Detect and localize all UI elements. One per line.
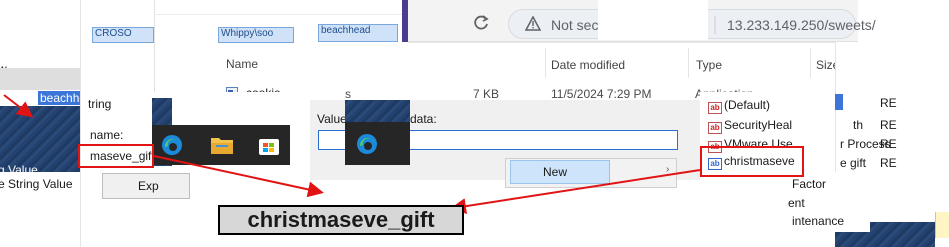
column-separator <box>688 48 689 78</box>
taskbar <box>345 122 410 165</box>
fragment-text: RE <box>880 118 897 132</box>
taskbar <box>152 125 290 165</box>
divider <box>154 14 408 15</box>
fragment-text: ent <box>788 196 805 210</box>
url-text[interactable]: 13.233.149.250/sweets/ <box>727 17 876 33</box>
store-icon[interactable] <box>258 134 280 159</box>
file-size: 7 KB <box>473 87 500 101</box>
divider <box>714 16 716 34</box>
menu-item-export[interactable]: Exp <box>138 179 159 193</box>
path-segment[interactable]: Whippy\soo <box>218 27 294 43</box>
value-data-label: data: <box>410 112 437 126</box>
warning-icon <box>935 212 949 238</box>
value-label: Value <box>317 112 347 126</box>
selection-marker <box>835 94 843 110</box>
callout-label: christmaseve_gift <box>218 205 464 235</box>
value-name-label: name: <box>90 128 124 142</box>
edge-icon[interactable] <box>160 133 184 160</box>
path-segment[interactable]: beachhead <box>318 24 398 42</box>
highlight-box-value-name <box>78 144 154 168</box>
fragment-row <box>0 68 92 90</box>
file-name-suffix: s <box>345 87 351 101</box>
reg-string-icon: ab <box>708 122 722 134</box>
regedit-left-fragment: w ss beachhead g Value e String Value <box>0 0 92 247</box>
column-separator <box>810 48 811 78</box>
desktop-wallpaper <box>345 100 410 122</box>
fragment-text: tring <box>88 97 112 111</box>
path-segment[interactable]: CROSO <box>92 27 154 43</box>
fragment-text: RE <box>880 96 897 110</box>
fragment-text: e gift <box>840 156 867 170</box>
fragment-text: Factor <box>792 177 827 191</box>
fragment-text: RE <box>880 156 897 170</box>
chevron-right-icon: › <box>666 164 670 175</box>
fragment-text: intenance <box>792 214 845 228</box>
registry-values-tail: Factor ent intenance <box>788 172 870 232</box>
column-separator <box>545 48 546 78</box>
occluder <box>598 0 708 40</box>
edge-icon[interactable] <box>355 132 379 159</box>
fragment-text: RE <box>880 137 897 151</box>
highlight-box-christmaseve <box>700 146 804 177</box>
file-icon <box>226 86 238 92</box>
warning-icon[interactable] <box>524 15 542 35</box>
column-header-type[interactable]: Type <box>696 58 722 72</box>
folder-icon[interactable] <box>210 135 234 158</box>
dialog-strip <box>410 100 600 112</box>
column-header-date[interactable]: Date modified <box>551 58 625 72</box>
refresh-icon[interactable] <box>472 14 490 35</box>
fragment-text: g Value <box>0 163 38 177</box>
fragment-text: th <box>853 118 864 132</box>
column-header-name[interactable]: Name <box>226 57 258 71</box>
file-date: 11/5/2024 7:29 PM <box>551 87 652 101</box>
registry-value-row[interactable]: ab (Default) <box>708 98 770 114</box>
registry-value-row[interactable]: ab SecurityHeal <box>708 118 792 134</box>
divider <box>408 42 840 43</box>
menu-item-new[interactable]: New <box>510 160 610 184</box>
reg-string-icon: ab <box>708 102 722 114</box>
file-name[interactable]: cookie <box>246 86 281 92</box>
menu-item-string-value[interactable]: e String Value <box>0 177 73 191</box>
